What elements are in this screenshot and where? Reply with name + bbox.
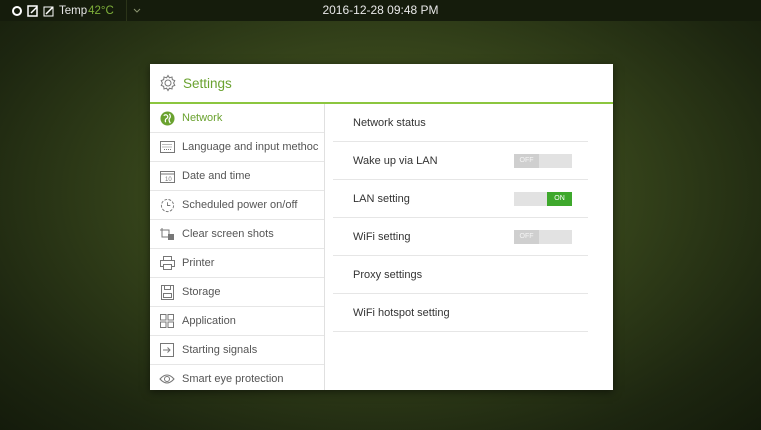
sidebar-item-label: Smart eye protection <box>182 373 284 385</box>
lan-setting-toggle[interactable]: ON <box>514 191 572 206</box>
sidebar-item-smart-eye[interactable]: Smart eye protection <box>150 365 324 390</box>
globe-icon <box>159 110 175 126</box>
sidebar-item-label: Application <box>182 315 236 327</box>
sidebar-item-network[interactable]: Network <box>150 104 324 133</box>
row-label: WiFi setting <box>353 230 411 243</box>
calendar-icon: 10 <box>159 168 175 184</box>
sidebar-item-storage[interactable]: Storage <box>150 278 324 307</box>
keyboard-icon <box>159 139 175 155</box>
sidebar-item-printer[interactable]: Printer <box>150 249 324 278</box>
storage-icon <box>159 284 175 300</box>
printer-icon <box>159 255 175 271</box>
row-label: Proxy settings <box>353 268 423 281</box>
wake-up-via-lan-row: Wake up via LAN OFF <box>333 142 588 180</box>
sidebar-item-label: Language and input methoc <box>182 141 319 153</box>
wifi-hotspot-setting-row[interactable]: WiFi hotspot setting <box>333 294 588 332</box>
clear-screenshot-icon <box>159 226 175 242</box>
grid-icon <box>159 313 175 329</box>
row-label: LAN setting <box>353 192 410 205</box>
settings-dialog: Settings Network Language and input meth… <box>150 64 613 390</box>
sidebar-item-starting-signals[interactable]: Starting signals <box>150 336 324 365</box>
wifi-setting-toggle[interactable]: OFF <box>514 229 572 244</box>
dialog-header: Settings <box>150 64 613 104</box>
toggle-state: OFF <box>514 229 539 244</box>
toggle-state: ON <box>547 191 572 206</box>
dialog-title: Settings <box>183 75 232 91</box>
svg-text:10: 10 <box>165 177 172 183</box>
sidebar-item-language[interactable]: Language and input methoc <box>150 133 324 162</box>
network-status-row[interactable]: Network status <box>333 104 588 142</box>
sidebar-item-date-time[interactable]: 10 Date and time <box>150 162 324 191</box>
wake-up-via-lan-toggle[interactable]: OFF <box>514 153 572 168</box>
network-settings-panel: Network status Wake up via LAN OFF LAN s… <box>333 104 588 332</box>
sidebar-item-label: Storage <box>182 286 221 298</box>
settings-icon <box>159 74 177 92</box>
sidebar-item-label: Date and time <box>182 170 251 182</box>
clock-icon <box>159 197 175 213</box>
proxy-settings-row[interactable]: Proxy settings <box>333 256 588 294</box>
row-label: Network status <box>353 116 426 129</box>
sidebar-item-label: Clear screen shots <box>182 228 274 240</box>
settings-sidebar: Network Language and input methoc 10 Dat… <box>150 104 325 390</box>
sidebar-item-label: Starting signals <box>182 344 258 356</box>
row-label: Wake up via LAN <box>353 154 438 167</box>
sidebar-item-scheduled-power[interactable]: Scheduled power on/off <box>150 191 324 220</box>
sidebar-item-label: Network <box>182 112 223 124</box>
signal-input-icon <box>159 342 175 358</box>
sidebar-item-label: Printer <box>182 257 215 269</box>
toggle-state: OFF <box>514 153 539 168</box>
datetime: 2016-12-28 09:48 PM <box>322 3 439 17</box>
sidebar-item-label: Scheduled power on/off <box>182 199 298 211</box>
wifi-setting-row: WiFi setting OFF <box>333 218 588 256</box>
sidebar-item-clear-screenshots[interactable]: Clear screen shots <box>150 220 324 249</box>
status-bar: Temp 42°C 2016-12-28 09:48 PM <box>0 0 761 21</box>
eye-icon <box>159 371 175 387</box>
sidebar-item-application[interactable]: Application <box>150 307 324 336</box>
lan-setting-row: LAN setting ON <box>333 180 588 218</box>
row-label: WiFi hotspot setting <box>353 306 450 319</box>
